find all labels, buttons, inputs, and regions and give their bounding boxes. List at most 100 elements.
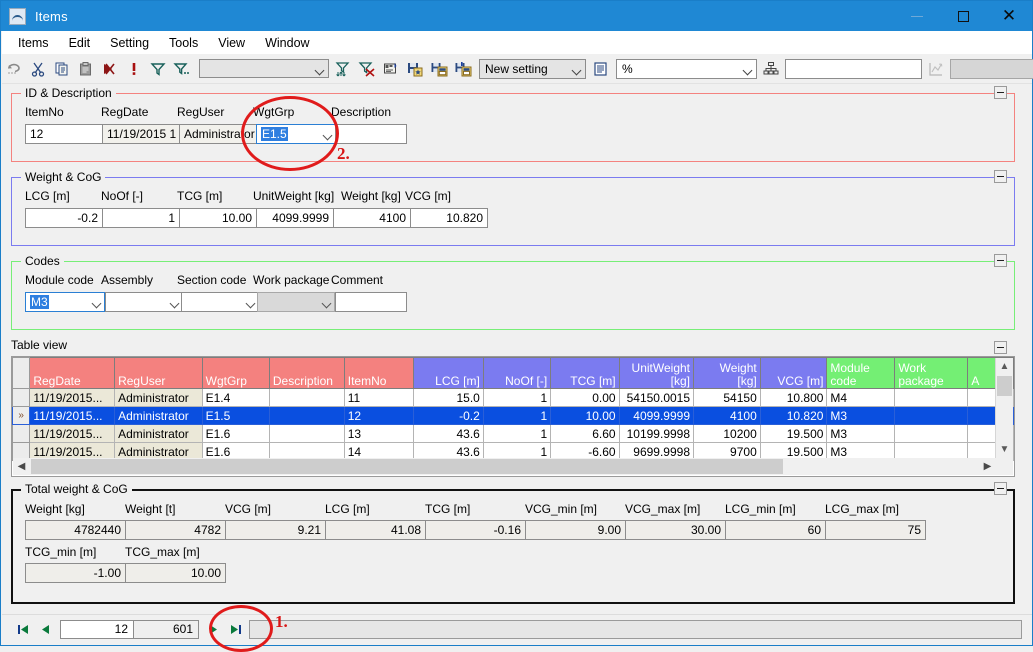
table-vertical-scrollbar[interactable]: ▲ ▼ (995, 358, 1013, 458)
cell-tcg[interactable]: 6.60 (550, 424, 620, 443)
cell-weight[interactable]: 54150 (693, 388, 761, 407)
table-horizontal-scrollbar[interactable]: ◀ ▶ (13, 458, 996, 475)
assembly-combo[interactable] (105, 292, 183, 312)
menu-item-items[interactable]: Items (8, 33, 59, 53)
cell-noof[interactable]: 1 (482, 424, 552, 443)
cut-icon[interactable] (26, 57, 50, 81)
tree-text-input[interactable] (785, 58, 922, 79)
cell-wgtgrp[interactable]: E1.6 (201, 424, 270, 443)
scroll-down-icon[interactable]: ▼ (996, 441, 1013, 458)
menu-item-window[interactable]: Window (255, 33, 319, 53)
tcg-field[interactable]: 10.00 (179, 208, 257, 228)
report-icon[interactable] (588, 57, 612, 81)
table-row[interactable]: » 11/19/2015... Administrator E1.5 12 -0… (12, 406, 1014, 425)
cell-itemno[interactable]: 12 (343, 406, 415, 425)
itemno-field[interactable]: 12 (25, 124, 103, 144)
lcg-field[interactable]: -0.2 (25, 208, 103, 228)
next-record-icon[interactable] (202, 619, 224, 641)
current-record-input[interactable]: 12 (60, 620, 134, 639)
weight-field[interactable]: 4100 (333, 208, 411, 228)
col-header-lcg[interactable]: LCG [m] (413, 357, 484, 389)
unitweight-field[interactable]: 4099.9999 (256, 208, 334, 228)
collapse-button-total-weight[interactable] (994, 482, 1007, 495)
row-selector[interactable]: » (12, 406, 31, 425)
col-header-work-package[interactable]: Work package (894, 357, 969, 389)
scroll-left-icon[interactable]: ◀ (13, 458, 30, 475)
work-package-combo[interactable] (257, 292, 335, 312)
sort-filter-icon[interactable] (331, 57, 355, 81)
setting-combo[interactable]: New setting (479, 58, 586, 79)
cell-lcg[interactable]: 15.0 (413, 388, 484, 407)
section-code-combo[interactable] (181, 292, 259, 312)
scroll-up-icon[interactable]: ▲ (996, 358, 1013, 375)
cell-reguser[interactable]: Administrator (114, 424, 203, 443)
wgtgrp-combo[interactable]: E1.5 (256, 124, 336, 144)
filter-icon[interactable] (146, 57, 170, 81)
cell-wgtgrp[interactable]: E1.4 (201, 388, 270, 407)
cell-reguser[interactable]: Administrator (114, 388, 203, 407)
cell-description[interactable] (268, 406, 345, 425)
cell-regdate[interactable]: 11/19/2015... (29, 406, 116, 425)
maximize-button[interactable] (940, 1, 986, 31)
module-code-combo[interactable]: M3 (25, 292, 105, 312)
cell-tcg[interactable]: 0.00 (550, 388, 620, 407)
cell-reguser[interactable]: Administrator (114, 406, 203, 425)
hscroll-thumb[interactable] (31, 459, 783, 474)
cell-unitweight[interactable]: 10199.9998 (618, 424, 695, 443)
collapse-button-weight-cog[interactable] (994, 170, 1007, 183)
scroll-right-icon[interactable]: ▶ (979, 458, 996, 475)
vcg-field[interactable]: 10.820 (410, 208, 488, 228)
vscroll-thumb[interactable] (997, 376, 1012, 396)
col-header-weight[interactable]: Weight [kg] (693, 357, 761, 389)
cell-lcg[interactable]: 43.6 (413, 424, 484, 443)
col-header-regdate[interactable]: RegDate (29, 357, 116, 389)
menu-item-view[interactable]: View (208, 33, 255, 53)
reguser-field[interactable]: Administrator (179, 124, 257, 144)
save-all-icon[interactable] (451, 57, 475, 81)
cell-module-code[interactable]: M3 (826, 406, 896, 425)
exclamation-icon[interactable] (122, 57, 146, 81)
col-header-module-code[interactable]: Module code (826, 357, 896, 389)
first-record-icon[interactable] (12, 619, 34, 641)
col-header-wgtgrp[interactable]: WgtGrp (201, 357, 270, 389)
collapse-button-codes[interactable] (994, 254, 1007, 267)
clear-filter-icon[interactable] (355, 57, 379, 81)
cell-tcg[interactable]: 10.00 (550, 406, 620, 425)
hierarchy-icon[interactable] (759, 57, 783, 81)
cell-vcg[interactable]: 19.500 (759, 424, 828, 443)
col-header-itemno[interactable]: ItemNo (343, 357, 415, 389)
menu-item-edit[interactable]: Edit (59, 33, 101, 53)
cell-unitweight[interactable]: 4099.9999 (618, 406, 695, 425)
cell-work-package[interactable] (894, 406, 969, 425)
menu-item-setting[interactable]: Setting (100, 33, 159, 53)
save-as-icon[interactable] (427, 57, 451, 81)
cell-unitweight[interactable]: 54150.0015 (618, 388, 695, 407)
comment-field[interactable] (335, 292, 407, 312)
collapse-button-id-description[interactable] (994, 86, 1007, 99)
chart-combo[interactable] (950, 58, 1033, 79)
cell-vcg[interactable]: 10.800 (759, 388, 828, 407)
cell-noof[interactable]: 1 (482, 406, 552, 425)
col-header-reguser[interactable]: RegUser (114, 357, 203, 389)
close-icon[interactable]: ✕ (986, 1, 1032, 31)
col-header-description[interactable]: Description (268, 357, 345, 389)
table-row[interactable]: 11/19/2015... Administrator E1.6 13 43.6… (12, 424, 1014, 443)
unit-combo[interactable]: % (616, 58, 757, 79)
regdate-field[interactable]: 11/19/2015 1 (102, 124, 180, 144)
cell-itemno[interactable]: 13 (343, 424, 415, 443)
cell-module-code[interactable]: M3 (826, 424, 896, 443)
cell-weight[interactable]: 4100 (693, 406, 761, 425)
properties-icon[interactable] (379, 57, 403, 81)
col-header-tcg[interactable]: TCG [m] (550, 357, 620, 389)
cell-wgtgrp[interactable]: E1.5 (201, 406, 270, 425)
cell-regdate[interactable]: 11/19/2015... (29, 424, 116, 443)
description-field[interactable] (335, 124, 407, 144)
filter-dots-icon[interactable] (170, 57, 194, 81)
last-record-icon[interactable] (224, 619, 246, 641)
minimize-button[interactable] (894, 1, 940, 31)
cell-noof[interactable]: 1 (482, 388, 552, 407)
undo-icon[interactable] (2, 57, 26, 81)
cell-regdate[interactable]: 11/19/2015... (29, 388, 116, 407)
col-header-vcg[interactable]: VCG [m] (759, 357, 828, 389)
delete-record-icon[interactable] (98, 57, 122, 81)
